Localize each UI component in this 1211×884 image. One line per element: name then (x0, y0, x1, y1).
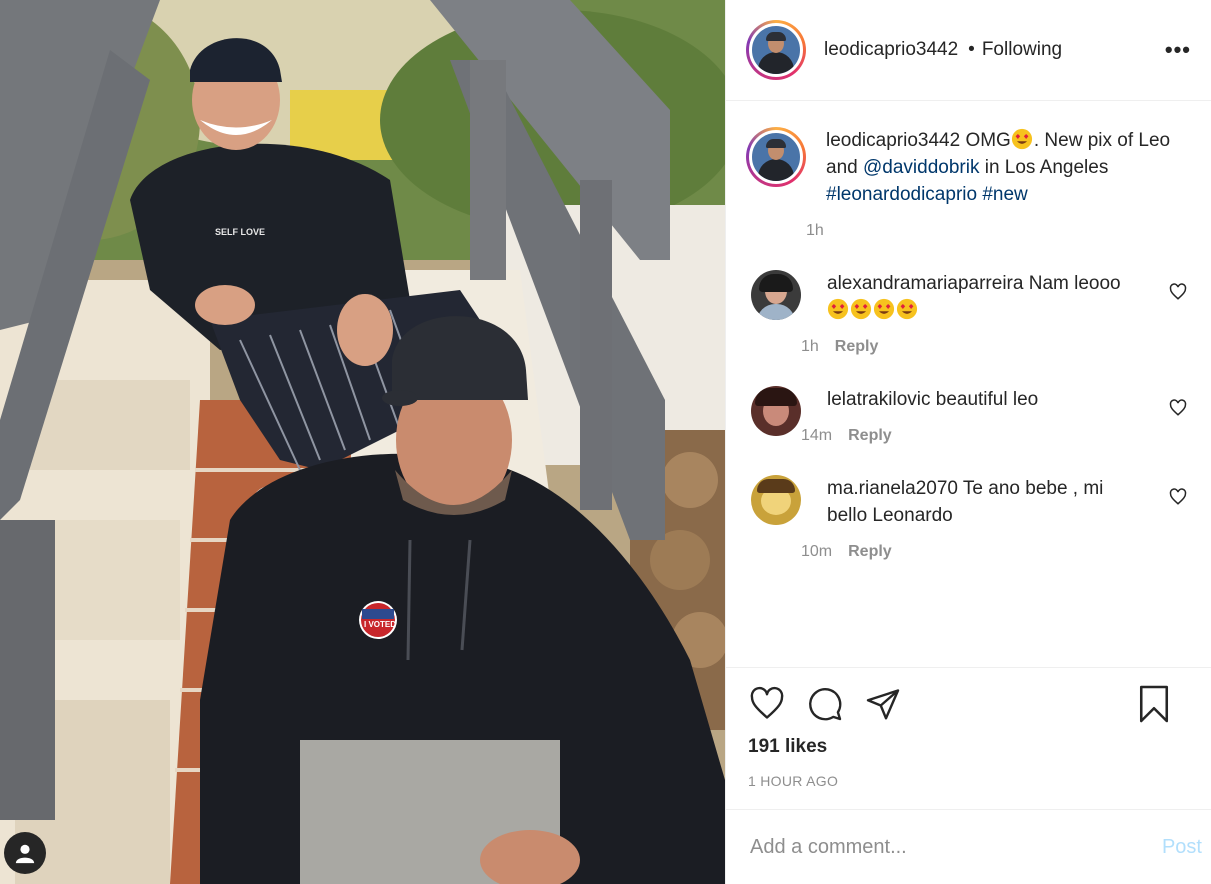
heart-eyes-emoji-icon (873, 298, 895, 320)
reply-button[interactable]: Reply (848, 427, 892, 445)
share-button[interactable] (864, 686, 902, 722)
comment-username[interactable]: alexandramariaparreira (827, 273, 1023, 294)
comment-username[interactable]: lelatrakilovic (827, 389, 930, 410)
more-options-button[interactable]: ••• (1165, 37, 1191, 63)
header-separator: • (968, 39, 975, 60)
post-timestamp[interactable]: 1 HOUR AGO (748, 773, 1191, 789)
heart-icon (1169, 399, 1187, 416)
caption-time[interactable]: 1h (806, 222, 824, 240)
likes-count[interactable]: 191 likes (748, 736, 1191, 758)
caption-meta: 1h (806, 222, 1186, 240)
comment-button[interactable] (806, 686, 844, 722)
caption-text-1: OMG (965, 130, 1011, 151)
comment-meta: 10m Reply (801, 543, 1137, 561)
author-avatar[interactable] (746, 20, 806, 80)
comments-list[interactable]: leodicaprio3442 OMG. New pix of Leo and … (726, 101, 1211, 667)
paper-plane-icon (866, 689, 900, 720)
heart-eyes-emoji-icon (827, 298, 849, 320)
hashtag-link[interactable]: #new (982, 184, 1027, 205)
hashtag-link[interactable]: #leonardodicaprio (826, 184, 977, 205)
post-comment-button[interactable]: Post (1162, 836, 1202, 859)
comment-item: alexandramariaparreira Nam leooo 1h Repl… (746, 270, 1191, 356)
reply-button[interactable]: Reply (835, 338, 879, 356)
heart-eyes-emoji-icon (896, 298, 918, 320)
following-button[interactable]: Following (982, 39, 1062, 61)
post-caption: leodicaprio3442 OMG. New pix of Leo and … (746, 127, 1191, 240)
comment-like-button[interactable] (1169, 399, 1187, 422)
svg-text:I VOTED: I VOTED (364, 620, 396, 629)
heart-eyes-emoji-icon (850, 298, 872, 320)
photo-illustration: SELF LOVE I VOTED (0, 0, 725, 884)
comment-item: lelatrakilovic beautiful leo 14m Reply (746, 386, 1191, 445)
action-bar (748, 684, 1191, 724)
heart-icon (1169, 488, 1187, 505)
save-button[interactable] (1137, 684, 1171, 724)
reply-button[interactable]: Reply (848, 543, 892, 561)
post-header: leodicaprio3442 • Following ••• (726, 0, 1211, 101)
comment-time[interactable]: 1h (801, 338, 819, 356)
comment-text: Nam leooo (1028, 273, 1121, 294)
author-username[interactable]: leodicaprio3442 (824, 39, 958, 61)
comment-like-button[interactable] (1169, 283, 1187, 306)
user-icon (15, 844, 35, 864)
commenter-avatar[interactable] (751, 386, 801, 436)
like-button[interactable] (748, 686, 786, 722)
bookmark-icon (1139, 685, 1169, 723)
comment-username[interactable]: ma.rianela2070 (827, 478, 958, 499)
comment-text: beautiful leo (935, 389, 1039, 410)
caption-text: leodicaprio3442 OMG. New pix of Leo and … (826, 127, 1186, 208)
caption-avatar[interactable] (746, 127, 806, 187)
caption-mention-link[interactable]: @daviddobrik (863, 157, 979, 178)
comment-item: ma.rianela2070 Te ano bebe , mi bello Le… (746, 475, 1191, 561)
comment-time[interactable]: 10m (801, 543, 832, 561)
post-side-panel: leodicaprio3442 • Following ••• leodicap… (725, 0, 1211, 884)
comment-like-button[interactable] (1169, 488, 1187, 511)
add-comment-bar: Post (726, 809, 1211, 884)
post-actions: 191 likes 1 HOUR AGO (726, 667, 1211, 809)
post-photo[interactable]: SELF LOVE I VOTED (0, 0, 725, 884)
comment-time[interactable]: 14m (801, 427, 832, 445)
comment-meta: 1h Reply (801, 338, 1137, 356)
comment-input[interactable] (750, 835, 1162, 859)
user-tags-button[interactable] (4, 832, 46, 874)
comment-meta: 14m Reply (801, 427, 1137, 445)
heart-eyes-emoji-icon (1011, 128, 1032, 150)
caption-username[interactable]: leodicaprio3442 (826, 130, 960, 151)
heart-icon (750, 686, 784, 719)
heart-icon (1169, 283, 1187, 300)
caption-text-3: in Los Angeles (979, 157, 1109, 178)
commenter-avatar[interactable] (751, 475, 801, 525)
commenter-avatar[interactable] (751, 270, 801, 320)
comment-icon (809, 688, 842, 721)
svg-text:SELF LOVE: SELF LOVE (215, 227, 265, 237)
